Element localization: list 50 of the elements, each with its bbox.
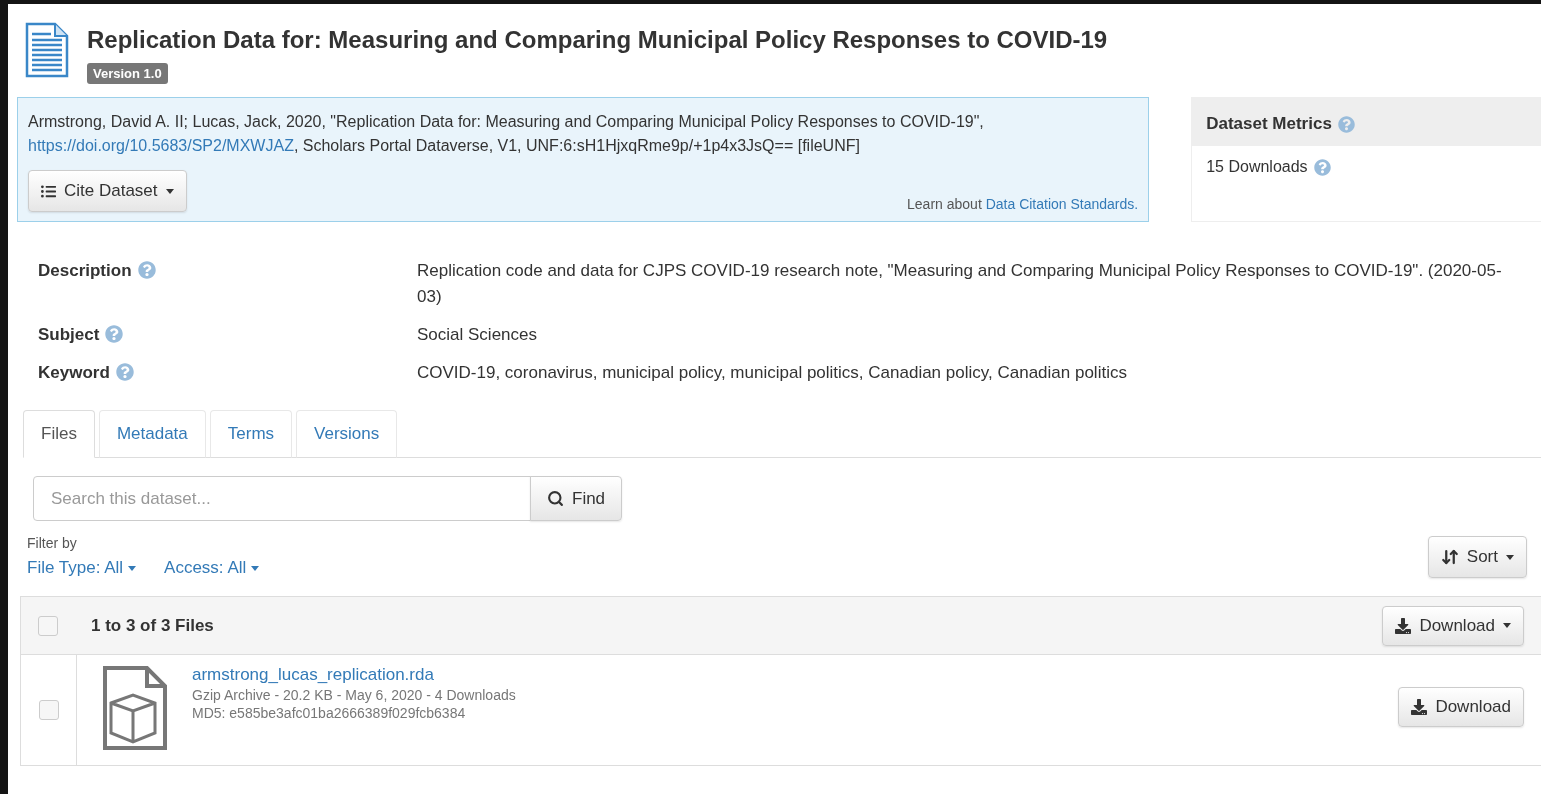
select-all-checkbox[interactable] xyxy=(38,615,58,636)
caret-icon xyxy=(128,565,137,571)
caret-icon xyxy=(1503,623,1511,628)
downloads-count: 15 Downloads xyxy=(1206,158,1308,176)
file-name-link[interactable]: armstrong_lucas_replication.rda xyxy=(192,665,516,685)
file-count: 1 to 3 of 3 Files xyxy=(91,615,215,636)
filter-label: Filter by xyxy=(27,535,78,551)
citation-text: Armstrong, David A. II; Lucas, Jack, 2020, "Replication Data for: Measuring and Comparing Municipal Policy Responses to COVID-19", https://doi.org/10.5683/SP2/MXWJAZ, Scholars Portal Dataverse, V1, UNF:6:sH1HjxqRme9p/+1p4x3JsQ== [fileUNF] xyxy=(28,112,985,156)
help-icon[interactable] xyxy=(137,261,156,279)
caret-icon xyxy=(251,565,260,571)
download-button[interactable]: Download xyxy=(1382,605,1524,646)
caret-icon xyxy=(165,188,174,194)
help-icon[interactable] xyxy=(105,325,124,343)
list-icon xyxy=(41,183,56,199)
field-label: Subject xyxy=(38,325,100,345)
tab[interactable]: Files xyxy=(23,410,95,458)
cube-file-icon xyxy=(102,665,168,751)
sort-icon xyxy=(1440,548,1459,566)
field-value: COVID-19, coronavirus, municipal policy, municipal politics, Canadian policy, Canadian politics xyxy=(417,362,1128,384)
citation-standards-link[interactable]: Data Citation Standards. xyxy=(985,196,1139,212)
search-icon xyxy=(547,490,564,507)
filter-dropdown[interactable]: File Type: All xyxy=(27,558,137,578)
filter-dropdown[interactable]: Access: All xyxy=(164,558,260,578)
help-icon[interactable] xyxy=(1337,115,1355,133)
doi-link[interactable]: https://doi.org/10.5683/SP2/MXWJAZ xyxy=(28,137,294,154)
help-icon[interactable] xyxy=(1313,158,1331,176)
sort-button[interactable]: Sort xyxy=(1427,536,1527,578)
dataset-title: Replication Data for: Measuring and Comparing Municipal Policy Responses to COVID-19 xyxy=(87,26,1108,54)
tab[interactable]: Versions xyxy=(296,410,398,458)
download-icon xyxy=(1411,699,1428,715)
cite-dataset-button[interactable]: Cite Dataset xyxy=(28,170,187,212)
help-icon[interactable] xyxy=(115,363,134,381)
tab[interactable]: Terms xyxy=(209,410,293,458)
field-value: Social Sciences xyxy=(417,324,538,346)
citation-standards-text: Learn about Data Citation Standards. xyxy=(907,196,1139,212)
field-label: Description xyxy=(38,261,132,281)
document-icon xyxy=(25,22,69,78)
file-details: Gzip Archive - 20.2 KB - May 6, 2020 - 4 Downloads xyxy=(192,687,516,703)
find-button[interactable]: Find xyxy=(530,476,623,521)
file-checksum: MD5: e585be3afc01ba2666389f029fcb6384 xyxy=(192,705,467,721)
field-value: Replication code and data for CJPS COVID-19 research note, "Measuring and Comparing Municipal Policy Responses to COVID-19". (2020-05-03) xyxy=(417,260,1503,308)
download-button[interactable]: Download xyxy=(1398,687,1524,727)
tab[interactable]: Metadata xyxy=(98,410,206,458)
file-checkbox[interactable] xyxy=(38,700,59,720)
search-field[interactable]: Search this dataset... xyxy=(33,476,531,521)
field-label: Keyword xyxy=(38,363,110,383)
caret-icon xyxy=(1506,554,1514,560)
metrics-title: Dataset Metrics xyxy=(1206,114,1332,134)
download-icon xyxy=(1395,617,1412,634)
version-badge: Version 1.0 xyxy=(87,63,168,84)
